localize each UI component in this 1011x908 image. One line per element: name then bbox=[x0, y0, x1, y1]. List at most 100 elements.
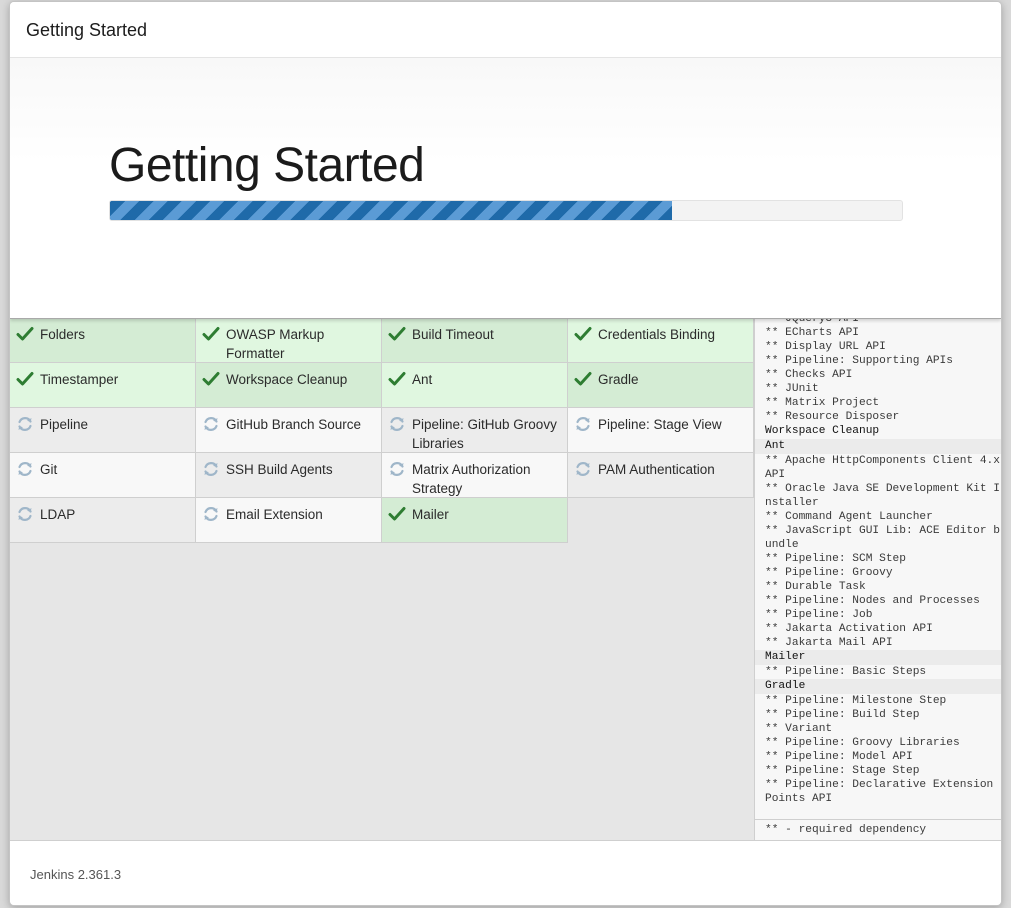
log-dependency-line: ** ECharts API bbox=[765, 327, 859, 339]
dialog-header: Getting Started bbox=[10, 2, 1001, 58]
log-dependency-line: ** Oracle Java SE Development Kit Instal… bbox=[765, 483, 1000, 509]
log-dependency-line: ** Pipeline: Nodes and Processes bbox=[765, 595, 980, 607]
plugin-item: Build Timeout bbox=[382, 318, 568, 363]
plugin-name: Ant bbox=[412, 372, 433, 387]
plugin-item: PAM Authentication bbox=[568, 453, 754, 498]
plugin-grid: Folders OWASP Markup Formatter Build Timeo… bbox=[10, 318, 754, 543]
log-dependency-line: ** Jakarta Activation API bbox=[765, 623, 933, 635]
log-dependency-line: ** Jakarta Mail API bbox=[765, 637, 893, 649]
install-log: ** JQuery3 API ** ECharts API ** Display U… bbox=[755, 318, 1001, 806]
check-icon bbox=[202, 325, 220, 343]
refresh-icon bbox=[16, 505, 34, 523]
plugin-name: Pipeline: GitHub Groovy Libraries bbox=[412, 417, 557, 451]
refresh-icon bbox=[202, 415, 220, 433]
log-dependency-line: ** Resource Disposer bbox=[765, 411, 900, 423]
log-dependency-line: ** JUnit bbox=[765, 383, 819, 395]
plugin-name: Gradle bbox=[598, 372, 639, 387]
plugin-item: Email Extension bbox=[196, 498, 382, 543]
plugin-name: SSH Build Agents bbox=[226, 462, 333, 477]
jenkins-version: Jenkins 2.361.3 bbox=[30, 867, 122, 882]
plugin-item: Pipeline bbox=[10, 408, 196, 453]
install-log-panel[interactable]: ** JQuery3 API ** ECharts API ** Display U… bbox=[754, 318, 1001, 840]
plugin-name: Git bbox=[40, 462, 58, 477]
install-progress-fill bbox=[110, 201, 673, 220]
log-footer-note: ** - required dependency bbox=[755, 819, 1001, 840]
check-icon bbox=[388, 505, 406, 523]
refresh-icon bbox=[574, 460, 592, 478]
log-dependency-line: ** JQuery3 API bbox=[765, 318, 859, 325]
log-dependency-line: ** Checks API bbox=[765, 369, 853, 381]
check-icon bbox=[574, 325, 592, 343]
check-icon bbox=[16, 325, 34, 343]
refresh-icon bbox=[202, 460, 220, 478]
install-content: Folders OWASP Markup Formatter Build Timeo… bbox=[10, 318, 1001, 841]
plugin-item: OWASP Markup Formatter bbox=[196, 318, 382, 363]
plugin-item: GitHub Branch Source bbox=[196, 408, 382, 453]
plugin-name: Credentials Binding bbox=[598, 327, 716, 342]
log-dependency-line: ** Durable Task bbox=[765, 581, 866, 593]
plugin-item: Folders bbox=[10, 318, 196, 363]
plugin-name: Workspace Cleanup bbox=[226, 372, 348, 387]
check-icon bbox=[388, 325, 406, 343]
plugin-item: Workspace Cleanup bbox=[196, 363, 382, 408]
plugin-name: Build Timeout bbox=[412, 327, 494, 342]
check-icon bbox=[16, 370, 34, 388]
plugin-item: Gradle bbox=[568, 363, 754, 408]
plugin-item: Mailer bbox=[382, 498, 568, 543]
install-progress-bar bbox=[109, 200, 903, 221]
refresh-icon bbox=[388, 460, 406, 478]
check-icon bbox=[388, 370, 406, 388]
log-dependency-line: ** Pipeline: SCM Step bbox=[765, 553, 906, 565]
plugin-item: Credentials Binding bbox=[568, 318, 754, 363]
log-dependency-line: ** Command Agent Launcher bbox=[765, 511, 933, 523]
plugin-item: LDAP bbox=[10, 498, 196, 543]
plugin-item: Pipeline: Stage View bbox=[568, 408, 754, 453]
plugin-name: GitHub Branch Source bbox=[226, 417, 362, 432]
plugin-name: Timestamper bbox=[40, 372, 119, 387]
plugin-name: Mailer bbox=[412, 507, 449, 522]
setup-wizard-dialog: Getting Started Getting Started Folders O… bbox=[9, 1, 1002, 906]
hero-panel: Getting Started bbox=[10, 58, 1001, 319]
log-dependency-line: ** Matrix Project bbox=[765, 397, 880, 409]
check-icon bbox=[574, 370, 592, 388]
dialog-title: Getting Started bbox=[26, 20, 148, 40]
plugin-item: Pipeline: GitHub Groovy Libraries bbox=[382, 408, 568, 453]
log-dependency-line: ** JavaScript GUI Lib: ACE Editor bundle bbox=[765, 525, 1000, 551]
log-dependency-line: ** Pipeline: Supporting APIs bbox=[765, 355, 953, 367]
refresh-icon bbox=[16, 415, 34, 433]
log-dependency-line: ** Pipeline: Stage Step bbox=[765, 765, 920, 777]
log-dependency-line: ** Pipeline: Basic Steps bbox=[765, 666, 927, 678]
plugin-name: OWASP Markup Formatter bbox=[226, 327, 325, 361]
log-dependency-line: ** Pipeline: Model API bbox=[765, 751, 913, 763]
log-dependency-line: ** Pipeline: Job bbox=[765, 609, 873, 621]
log-dependency-line: ** Pipeline: Groovy Libraries bbox=[765, 737, 960, 749]
plugin-item: SSH Build Agents bbox=[196, 453, 382, 498]
log-dependency-line: ** Pipeline: Declarative Extension Point… bbox=[765, 779, 1000, 805]
log-plugin-heading: Ant bbox=[755, 439, 1001, 454]
log-plugin-heading: Workspace Cleanup bbox=[765, 425, 880, 437]
log-dependency-line: ** Apache HttpComponents Client 4.x API bbox=[765, 455, 1000, 481]
plugin-name: Pipeline: Stage View bbox=[598, 417, 722, 432]
log-plugin-heading: Gradle bbox=[755, 679, 1001, 694]
plugin-name: Pipeline bbox=[40, 417, 89, 432]
plugin-item: Ant bbox=[382, 363, 568, 408]
plugin-item: Matrix Authorization Strategy bbox=[382, 453, 568, 498]
log-dependency-line: ** Variant bbox=[765, 723, 833, 735]
log-dependency-line: ** Pipeline: Milestone Step bbox=[765, 695, 947, 707]
log-dependency-line: ** Pipeline: Groovy bbox=[765, 567, 893, 579]
plugin-item: Timestamper bbox=[10, 363, 196, 408]
hero-heading: Getting Started bbox=[109, 139, 425, 192]
refresh-icon bbox=[202, 505, 220, 523]
dialog-footer: Jenkins 2.361.3 bbox=[10, 841, 1001, 905]
refresh-icon bbox=[16, 460, 34, 478]
plugin-name: Email Extension bbox=[226, 507, 323, 522]
plugin-name: Folders bbox=[40, 327, 86, 342]
plugin-name: Matrix Authorization Strategy bbox=[412, 462, 531, 496]
log-dependency-line: ** Pipeline: Build Step bbox=[765, 709, 920, 721]
plugin-name: LDAP bbox=[40, 507, 76, 522]
log-plugin-heading: Mailer bbox=[755, 650, 1001, 665]
plugin-item: Git bbox=[10, 453, 196, 498]
plugin-name: PAM Authentication bbox=[598, 462, 715, 477]
check-icon bbox=[202, 370, 220, 388]
refresh-icon bbox=[574, 415, 592, 433]
